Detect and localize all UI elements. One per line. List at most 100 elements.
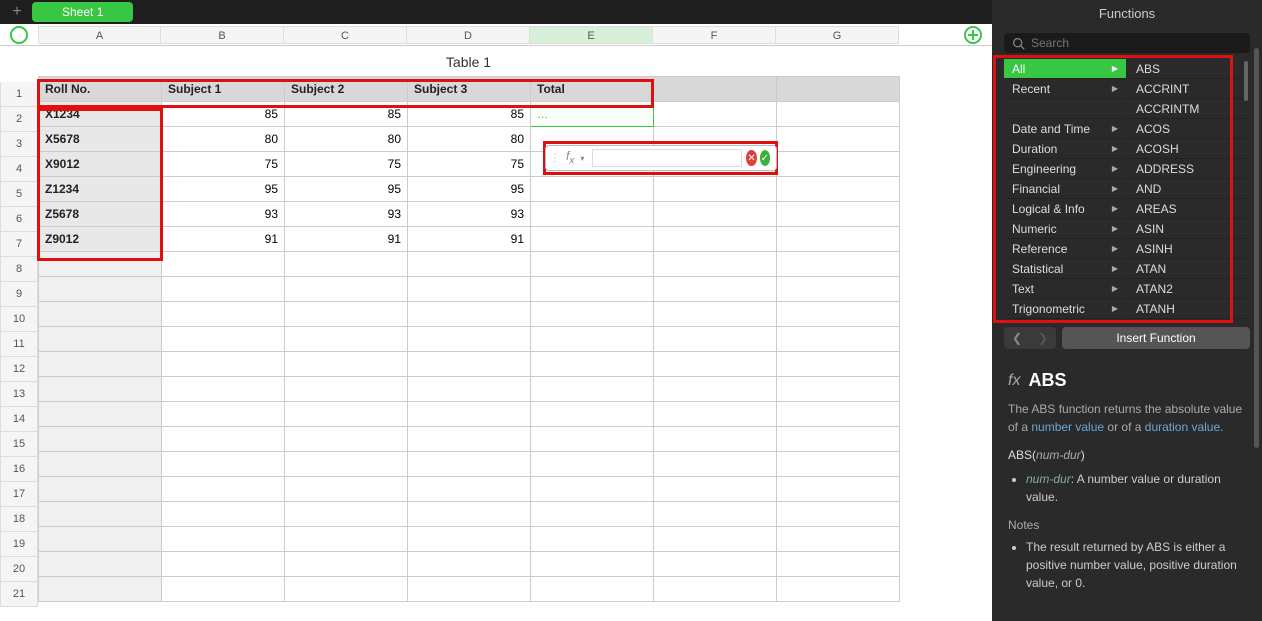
row-menu-handle[interactable]	[10, 26, 28, 44]
cell-empty[interactable]	[39, 352, 162, 377]
cell-empty[interactable]	[162, 427, 285, 452]
cell-empty[interactable]	[654, 452, 777, 477]
cell-empty[interactable]	[285, 452, 408, 477]
cell-value[interactable]: 91	[285, 227, 408, 252]
cell-empty[interactable]	[285, 552, 408, 577]
cell-empty[interactable]	[162, 552, 285, 577]
function-search[interactable]	[1004, 33, 1250, 53]
cell-empty[interactable]	[531, 327, 654, 352]
col-header-E[interactable]: E	[530, 26, 653, 44]
cell-value[interactable]: 93	[408, 202, 531, 227]
cell-empty[interactable]	[162, 577, 285, 602]
cell-empty[interactable]	[777, 277, 900, 302]
nav-forward-button[interactable]: ❯	[1030, 327, 1056, 349]
category-item[interactable]	[1004, 99, 1126, 119]
cell-empty[interactable]	[531, 277, 654, 302]
cell-empty[interactable]	[162, 477, 285, 502]
cell-empty[interactable]	[777, 552, 900, 577]
row-header-19[interactable]: 19	[0, 532, 38, 557]
function-item[interactable]: ASINH	[1128, 239, 1250, 259]
row-header-10[interactable]: 10	[0, 307, 38, 332]
cell-empty[interactable]	[285, 277, 408, 302]
cell-empty[interactable]	[162, 302, 285, 327]
category-item[interactable]: Date and Time▶	[1004, 119, 1126, 139]
formula-accept-button[interactable]: ✓	[760, 150, 770, 166]
function-item[interactable]: AREAS	[1128, 199, 1250, 219]
cell-empty[interactable]	[531, 377, 654, 402]
row-header-5[interactable]: 5	[0, 182, 38, 207]
cell-empty[interactable]	[531, 452, 654, 477]
cell-empty[interactable]	[285, 352, 408, 377]
cell-empty[interactable]	[39, 477, 162, 502]
cell-empty[interactable]	[531, 352, 654, 377]
cell-rollno[interactable]: Z1234	[39, 177, 162, 202]
cell-empty[interactable]	[777, 527, 900, 552]
number-value-link[interactable]: number value	[1031, 420, 1104, 434]
col-menu-handle[interactable]	[964, 26, 982, 44]
cell-empty[interactable]	[39, 502, 162, 527]
cell-empty[interactable]	[39, 452, 162, 477]
cell-empty[interactable]	[39, 327, 162, 352]
sheet-tab[interactable]: Sheet 1	[32, 2, 133, 22]
function-item[interactable]: ACOS	[1128, 119, 1250, 139]
search-input[interactable]	[1031, 36, 1242, 50]
function-item[interactable]: ADDRESS	[1128, 159, 1250, 179]
row-header-16[interactable]: 16	[0, 457, 38, 482]
cell-empty[interactable]	[531, 402, 654, 427]
cell-empty[interactable]	[408, 577, 531, 602]
col-header-D[interactable]: D	[407, 26, 530, 44]
cell-empty[interactable]	[654, 352, 777, 377]
cell-value[interactable]: 91	[408, 227, 531, 252]
cell-empty[interactable]	[408, 327, 531, 352]
category-item[interactable]: Statistical▶	[1004, 259, 1126, 279]
category-item[interactable]: Engineering▶	[1004, 159, 1126, 179]
function-scrollbar[interactable]	[1244, 61, 1248, 101]
function-item[interactable]: ATAN2	[1128, 279, 1250, 299]
cell-empty[interactable]	[285, 377, 408, 402]
cell-empty[interactable]	[39, 302, 162, 327]
formula-cancel-button[interactable]: ✕	[746, 150, 756, 166]
cell-empty[interactable]	[777, 577, 900, 602]
cell-empty[interactable]	[285, 252, 408, 277]
cell-empty[interactable]	[285, 527, 408, 552]
cell-empty[interactable]	[162, 402, 285, 427]
category-item[interactable]: All▶	[1004, 59, 1126, 79]
cell-empty[interactable]	[654, 402, 777, 427]
cell-empty[interactable]	[777, 427, 900, 452]
cell-empty[interactable]	[531, 427, 654, 452]
cell-empty[interactable]	[285, 402, 408, 427]
function-item[interactable]: ATANH	[1128, 299, 1250, 319]
cell-empty[interactable]	[39, 277, 162, 302]
cell-empty[interactable]	[162, 377, 285, 402]
cell-empty[interactable]	[654, 277, 777, 302]
cell-empty[interactable]	[408, 527, 531, 552]
cell-empty[interactable]	[654, 527, 777, 552]
sidebar-scrollbar[interactable]	[1254, 48, 1259, 448]
cell-empty[interactable]	[39, 252, 162, 277]
cell-empty[interactable]	[777, 102, 900, 127]
cell-value[interactable]: 95	[408, 177, 531, 202]
col-header-A[interactable]: A	[38, 26, 161, 44]
cell-empty[interactable]	[654, 252, 777, 277]
cell-value[interactable]: 80	[285, 127, 408, 152]
cell-empty[interactable]	[654, 202, 777, 227]
row-header-4[interactable]: 4	[0, 157, 38, 182]
category-item[interactable]: Recent▶	[1004, 79, 1126, 99]
cell-empty[interactable]	[531, 577, 654, 602]
cell-empty[interactable]	[408, 427, 531, 452]
cell-empty[interactable]	[285, 477, 408, 502]
cell-rollno[interactable]: X1234	[39, 102, 162, 127]
function-item[interactable]: ACCRINT	[1128, 79, 1250, 99]
cell-empty[interactable]	[162, 502, 285, 527]
cell-value[interactable]: 85	[408, 102, 531, 127]
cell-total[interactable]	[531, 227, 654, 252]
category-item[interactable]: Text▶	[1004, 279, 1126, 299]
cell-empty[interactable]	[654, 327, 777, 352]
row-header-21[interactable]: 21	[0, 582, 38, 607]
insert-function-button[interactable]: Insert Function	[1062, 327, 1250, 349]
cell-empty[interactable]	[777, 352, 900, 377]
table-header[interactable]: Subject 2	[285, 77, 408, 102]
cell-rollno[interactable]: Z5678	[39, 202, 162, 227]
add-sheet-button[interactable]: +	[8, 3, 26, 21]
cell-empty[interactable]	[408, 452, 531, 477]
